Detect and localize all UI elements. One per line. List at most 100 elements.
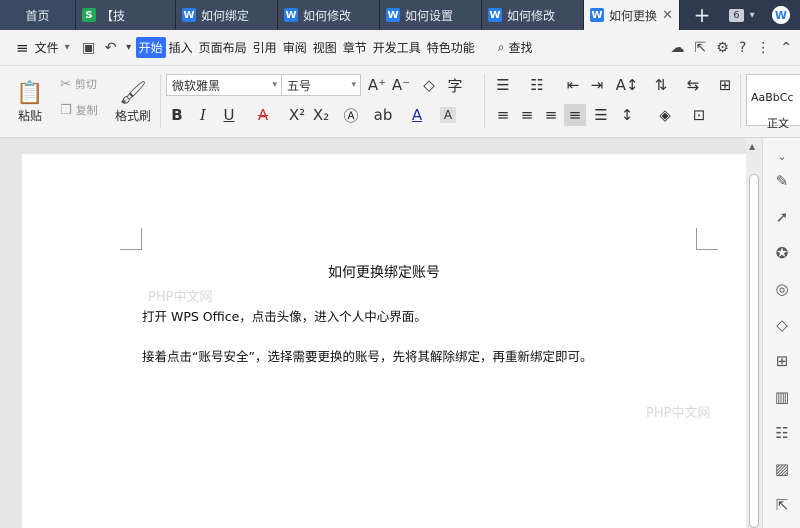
menu-review[interactable]: 审阅 [280, 37, 310, 58]
settings-dropdown-icon[interactable]: ⚙ [716, 40, 729, 56]
margin-marker-top-left [120, 228, 142, 250]
menu-home[interactable]: 开始 [135, 37, 166, 58]
file-menu-label: 文件 [34, 41, 59, 55]
tab-doc-3[interactable]: W 如何修改 [278, 0, 380, 30]
brush-icon: 🖌 [119, 80, 147, 106]
more-icon[interactable]: ⋮ [756, 40, 770, 56]
bold-icon[interactable]: B [166, 104, 188, 126]
watermark: PHP中文网 [148, 290, 213, 305]
wps-logo[interactable]: W [764, 0, 798, 30]
help-icon[interactable]: ? [739, 40, 746, 56]
menu-view[interactable]: 视图 [310, 37, 340, 58]
new-tab-button[interactable]: + [680, 0, 724, 30]
table-icon[interactable]: ⊞ [714, 74, 736, 96]
select-cursor-icon[interactable]: ➚ [773, 208, 791, 226]
format-painter-button[interactable]: 🖌 格式刷 [112, 74, 154, 130]
vertical-scrollbar[interactable]: ▲ [746, 138, 762, 528]
copy-icon: ❐ [60, 102, 72, 118]
paste-label: 粘贴 [17, 108, 42, 123]
share-out-icon[interactable]: ⇱ [773, 496, 791, 514]
menu-insert[interactable]: 插入 [166, 37, 196, 58]
subscript-icon[interactable]: X₂ [310, 104, 332, 126]
cloud-sync-icon[interactable]: ☁ [671, 40, 685, 56]
text-direction-icon[interactable]: A↕ [616, 74, 639, 96]
grow-font-icon[interactable]: A⁺ [366, 74, 388, 96]
scroll-up-icon[interactable]: ▲ [749, 142, 755, 151]
phonetic-icon[interactable]: 字 [444, 74, 466, 96]
clear-format-icon[interactable]: ◇ [418, 74, 440, 96]
sliders-icon[interactable]: ☷ [773, 424, 791, 442]
tab-home[interactable]: 首页 [0, 0, 76, 30]
chevron-down-icon: ▾ [749, 9, 755, 21]
distributed-icon[interactable]: ☰ [590, 104, 612, 126]
collapse-panel-icon[interactable]: ⌄ [773, 148, 791, 166]
chart-icon[interactable]: ▥ [773, 388, 791, 406]
file-menu[interactable]: ≡ 文件 ▾ [0, 39, 78, 57]
align-right-icon[interactable]: ≡ [540, 104, 562, 126]
chevron-down-icon[interactable]: ▾ [122, 42, 136, 53]
tab-doc-1[interactable]: S 【技 [76, 0, 176, 30]
paste-button[interactable]: 📋 粘贴 [10, 74, 50, 130]
close-tab-icon[interactable]: ✕ [662, 8, 673, 23]
numbered-list-icon[interactable]: ☷ [526, 74, 548, 96]
collapse-ribbon-icon[interactable]: ⌃ [780, 40, 792, 56]
paragraph-1: 打开 WPS Office，点击头像，进入个人中心界面。 [142, 309, 427, 324]
font-color-icon[interactable]: A [406, 104, 428, 126]
shapes-icon[interactable]: ◎ [773, 280, 791, 298]
font-name-value: 微软雅黑 [172, 78, 221, 93]
tab-doc-5[interactable]: W 如何修改 [482, 0, 584, 30]
decrease-indent-icon[interactable]: ⇤ [562, 74, 584, 96]
cut-button[interactable]: ✂ 剪切 [60, 76, 97, 92]
writer-icon: W [488, 8, 502, 22]
divider [160, 74, 161, 128]
style-preview-normal[interactable]: AaBbCc 正文 [746, 74, 800, 130]
menu-section[interactable]: 章节 [340, 37, 370, 58]
search-button[interactable]: ⌕ 查找 [498, 39, 533, 56]
borders-icon[interactable]: ⊡ [688, 104, 710, 126]
tab-home-label: 首页 [25, 8, 50, 23]
tab-count-button[interactable]: 6 ▾ [724, 0, 764, 30]
strikethrough-icon[interactable]: A [252, 104, 274, 126]
scrollbar-thumb[interactable] [749, 174, 759, 528]
underline-icon[interactable]: U [218, 104, 240, 126]
shading-icon[interactable]: ◈ [654, 104, 676, 126]
char-shading-icon[interactable]: A [440, 107, 456, 123]
tab-doc-2[interactable]: W 如何绑定 [176, 0, 278, 30]
menu-features[interactable]: 特色功能 [424, 37, 478, 58]
undo-icon[interactable]: ↶ [100, 40, 122, 56]
align-left-icon[interactable]: ≡ [492, 104, 514, 126]
format-painter-label: 格式刷 [114, 108, 151, 123]
apps-icon[interactable]: ⊞ [773, 352, 791, 370]
bullet-list-icon[interactable]: ☰ [492, 74, 514, 96]
justify-icon[interactable]: ≡ [564, 104, 586, 126]
menu-developer[interactable]: 开发工具 [370, 37, 424, 58]
image-icon[interactable]: ▨ [773, 460, 791, 478]
menu-references[interactable]: 引用 [250, 37, 280, 58]
line-spacing-icon[interactable]: ⇆ [682, 74, 704, 96]
diamond-icon[interactable]: ◇ [773, 316, 791, 334]
shrink-font-icon[interactable]: A⁻ [390, 74, 412, 96]
document-area: 如何更换绑定账号 打开 WPS Office，点击头像，进入个人中心界面。 接着… [0, 138, 762, 528]
sort-icon[interactable]: ⇅ [650, 74, 672, 96]
save-icon[interactable]: ▣ [78, 40, 100, 56]
increase-indent-icon[interactable]: ⇥ [586, 74, 608, 96]
tab-doc-active[interactable]: W 如何更换 ✕ [584, 0, 680, 30]
paragraph-spacing-icon[interactable]: ↕ [616, 104, 638, 126]
pen-icon[interactable]: ✎ [773, 172, 791, 190]
badge-icon[interactable]: ✪ [773, 244, 791, 262]
font-name-select[interactable]: 微软雅黑 ▾ [166, 74, 282, 96]
copy-button[interactable]: ❐ 复制 [60, 102, 98, 118]
font-size-select[interactable]: 五号 ▾ [281, 74, 361, 96]
hamburger-icon: ≡ [16, 38, 29, 57]
align-center-icon[interactable]: ≡ [516, 104, 538, 126]
italic-icon[interactable]: I [192, 104, 214, 126]
menu-page-layout[interactable]: 页面布局 [196, 37, 250, 58]
tab-label: 【技 [101, 8, 126, 23]
share-icon[interactable]: ⇱ [695, 40, 707, 56]
document-page[interactable]: 如何更换绑定账号 打开 WPS Office，点击头像，进入个人中心界面。 接着… [22, 154, 746, 528]
superscript-icon[interactable]: X² [286, 104, 308, 126]
tab-doc-4[interactable]: W 如何设置 [380, 0, 482, 30]
highlight-icon[interactable]: ab [372, 104, 394, 126]
text-effect-icon[interactable]: Ⓐ [340, 104, 362, 126]
tab-label: 如何设置 [405, 8, 454, 23]
